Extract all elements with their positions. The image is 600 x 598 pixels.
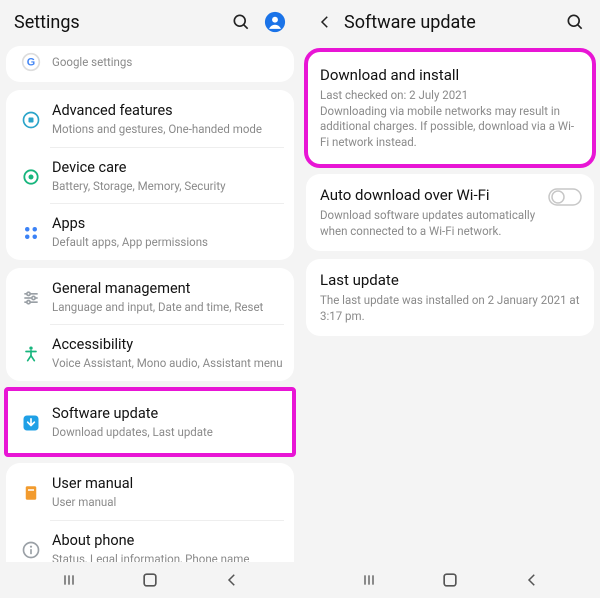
row-apps-title: Apps bbox=[52, 215, 284, 233]
nav-back-right[interactable] bbox=[519, 567, 545, 593]
row-about-phone-sub: Status, Legal information, Phone name bbox=[52, 552, 284, 562]
software-update-icon bbox=[21, 413, 41, 433]
row-user-manual-title: User manual bbox=[52, 475, 284, 493]
card-auto-download[interactable]: Auto download over Wi-Fi Download softwa… bbox=[306, 174, 594, 251]
search-icon[interactable] bbox=[230, 11, 252, 33]
nav-bar-right bbox=[300, 562, 600, 598]
accessibility-icon bbox=[21, 344, 41, 364]
about-phone-icon bbox=[21, 540, 41, 560]
card-auto-download-title: Auto download over Wi-Fi bbox=[320, 186, 580, 204]
nav-home[interactable] bbox=[137, 567, 163, 593]
card-download-install-title: Download and install bbox=[320, 66, 580, 84]
row-google-sub: Google settings bbox=[52, 55, 284, 69]
nav-recents[interactable] bbox=[56, 567, 82, 593]
row-advanced-features[interactable]: Advanced features Motions and gestures, … bbox=[6, 90, 294, 147]
row-general-management-title: General management bbox=[52, 280, 284, 298]
back-icon[interactable] bbox=[314, 11, 336, 33]
settings-title: Settings bbox=[14, 12, 218, 33]
row-accessibility-sub: Voice Assistant, Mono audio, Assistant m… bbox=[52, 356, 284, 370]
svg-text:G: G bbox=[27, 56, 35, 68]
row-device-care-sub: Battery, Storage, Memory, Security bbox=[52, 179, 284, 193]
settings-card-2: General management Language and input, D… bbox=[6, 268, 294, 381]
software-update-pane: Software update Download and install Las… bbox=[300, 0, 600, 598]
nav-recents-right[interactable] bbox=[356, 567, 382, 593]
row-apps-sub: Default apps, App permissions bbox=[52, 235, 284, 249]
row-apps[interactable]: Apps Default apps, App permissions bbox=[6, 203, 294, 260]
nav-bar-left bbox=[0, 562, 300, 598]
row-software-update-sub: Download updates, Last update bbox=[52, 425, 284, 439]
row-software-update-title: Software update bbox=[52, 405, 284, 423]
row-about-phone-title: About phone bbox=[52, 532, 284, 550]
software-update-title: Software update bbox=[344, 12, 552, 33]
settings-card-0: G Google settings bbox=[6, 46, 294, 82]
row-user-manual[interactable]: User manual User manual bbox=[6, 463, 294, 520]
row-google[interactable]: G Google settings bbox=[6, 46, 294, 82]
row-device-care-title: Device care bbox=[52, 159, 284, 177]
settings-pane: Settings G Google settings bbox=[0, 0, 300, 598]
google-icon: G bbox=[21, 52, 41, 72]
card-download-install-sub: Last checked on: 2 July 2021 Downloading… bbox=[320, 88, 580, 150]
card-last-update-title: Last update bbox=[320, 271, 580, 289]
row-advanced-features-title: Advanced features bbox=[52, 102, 284, 120]
account-icon[interactable] bbox=[264, 11, 286, 33]
row-software-update[interactable]: Software update Download updates, Last u… bbox=[6, 389, 294, 456]
settings-header: Settings bbox=[0, 0, 300, 44]
advanced-features-icon bbox=[21, 110, 41, 130]
row-accessibility[interactable]: Accessibility Voice Assistant, Mono audi… bbox=[6, 324, 294, 381]
row-about-phone[interactable]: About phone Status, Legal information, P… bbox=[6, 520, 294, 563]
settings-card-3: User manual User manual About phone Stat… bbox=[6, 463, 294, 562]
row-user-manual-sub: User manual bbox=[52, 495, 284, 509]
card-last-update[interactable]: Last update The last update was installe… bbox=[306, 259, 594, 336]
settings-card-software-update: Software update Download updates, Last u… bbox=[6, 389, 294, 456]
apps-icon bbox=[21, 223, 41, 243]
user-manual-icon bbox=[21, 483, 41, 503]
row-advanced-features-sub: Motions and gestures, One-handed mode bbox=[52, 122, 284, 136]
nav-home-right[interactable] bbox=[437, 567, 463, 593]
settings-card-1: Advanced features Motions and gestures, … bbox=[6, 90, 294, 260]
card-download-install[interactable]: Download and install Last checked on: 2 … bbox=[306, 50, 594, 166]
card-auto-download-sub: Download software updates automatically … bbox=[320, 208, 580, 239]
row-device-care[interactable]: Device care Battery, Storage, Memory, Se… bbox=[6, 147, 294, 204]
search-icon-right[interactable] bbox=[564, 11, 586, 33]
software-update-header: Software update bbox=[300, 0, 600, 44]
general-management-icon bbox=[21, 288, 41, 308]
row-accessibility-title: Accessibility bbox=[52, 336, 284, 354]
auto-download-toggle[interactable] bbox=[548, 188, 582, 206]
row-general-management[interactable]: General management Language and input, D… bbox=[6, 268, 294, 325]
device-care-icon bbox=[21, 167, 41, 187]
card-last-update-sub: The last update was installed on 2 Janua… bbox=[320, 293, 580, 324]
row-general-management-sub: Language and input, Date and time, Reset bbox=[52, 300, 284, 314]
nav-back[interactable] bbox=[219, 567, 245, 593]
